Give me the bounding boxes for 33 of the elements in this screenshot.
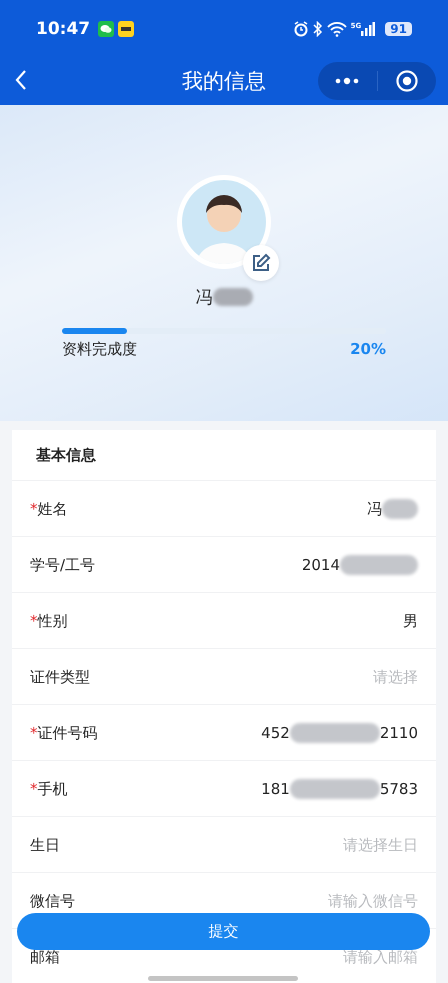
field-label: 学号/工号 [30, 556, 96, 572]
signal-icon [361, 20, 376, 36]
field-label: 证件类型 [30, 668, 90, 684]
status-time: 10:47 [36, 18, 90, 38]
section-title: 基本信息 [12, 430, 436, 481]
field-label: *姓名 [30, 500, 68, 516]
submit-button[interactable]: 提交 [17, 913, 430, 950]
field-value[interactable]: 冯 [367, 500, 382, 516]
field-value[interactable]: 男 [403, 612, 418, 628]
chat-app-icon [98, 20, 114, 36]
field-label: *性别 [30, 612, 68, 628]
field-value[interactable]: 452 [261, 724, 290, 740]
delivery-app-icon [118, 20, 134, 36]
edit-icon[interactable] [251, 253, 271, 273]
field-label: 邮箱 [30, 948, 60, 964]
wifi-icon [326, 20, 347, 36]
completion-percent: 20% [350, 340, 386, 359]
close-icon[interactable] [394, 69, 419, 93]
field-label: 微信号 [30, 892, 75, 908]
user-name: 冯 [196, 286, 212, 308]
battery-level: 91 [385, 22, 412, 36]
bluetooth-icon [312, 20, 323, 36]
more-icon[interactable] [334, 77, 360, 85]
field-value[interactable]: 181 [261, 780, 290, 796]
field-label: *手机 [30, 780, 68, 796]
field-label: 生日 [30, 836, 60, 852]
page-title: 我的信息 [182, 68, 266, 95]
alarm-icon [292, 20, 309, 36]
field-value[interactable]: 2014 [302, 556, 340, 572]
completion-label: 资料完成度 [62, 340, 137, 359]
field-label: *证件号码 [30, 724, 98, 740]
field-value[interactable]: 5783 [380, 780, 418, 796]
field-value[interactable]: 2110 [380, 724, 418, 740]
